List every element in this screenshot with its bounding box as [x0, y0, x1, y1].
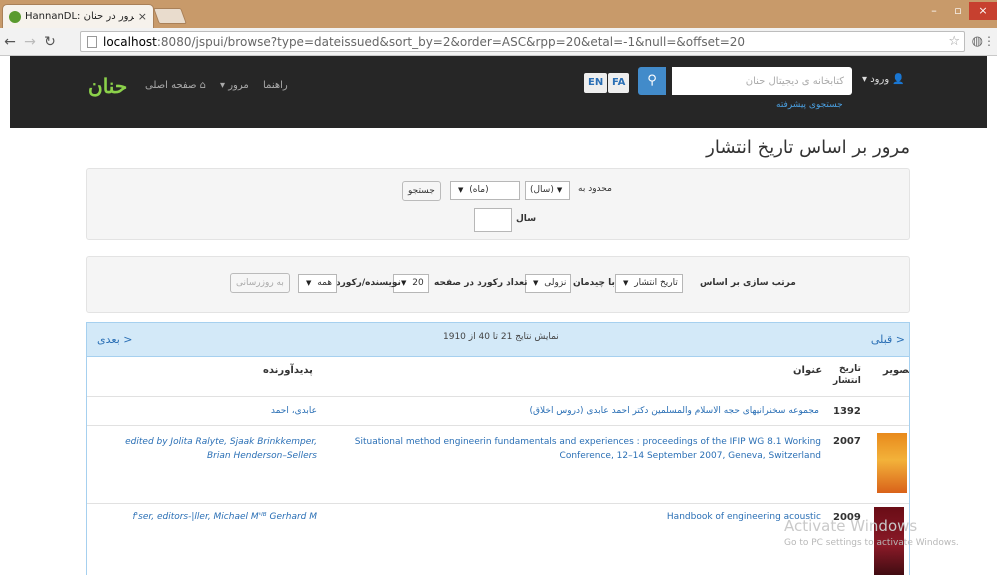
row1-author-link[interactable]: عابدی، احمد: [237, 406, 317, 416]
row2-title-line1: Situational method engineerin fundamenta…: [354, 437, 821, 447]
year-label: سال: [516, 214, 537, 224]
window-minimize-button[interactable]: –: [923, 2, 945, 20]
results-summary: نمایش نتایج 21 تا 40 از 1910: [443, 332, 559, 342]
caret-down-icon: ▼: [556, 186, 563, 194]
results-panel-header: بعدی > نمایش نتایج 21 تا 40 از 1910 < قب…: [87, 323, 909, 357]
year-select[interactable]: (سال) ▼: [525, 181, 571, 200]
update-button[interactable]: به روزرسانی: [230, 273, 290, 293]
row2-thumbnail[interactable]: [877, 433, 907, 493]
activate-windows-watermark: Activate Windows: [784, 517, 918, 535]
back-arrow-icon[interactable]: ←: [0, 34, 20, 50]
site-favicon-icon: [9, 10, 21, 23]
col-header-author: پدیدآورنده: [263, 365, 313, 376]
tab-title: HannanDL: مرور در حنان: [25, 11, 134, 22]
row-divider: [87, 396, 909, 397]
page-title: مرور بر اساس تاریخ انتشار: [706, 137, 910, 158]
rpp-value: 20: [412, 278, 424, 288]
login-dropdown[interactable]: ▾ ورود 👤: [862, 74, 905, 85]
row2-year: 2007: [833, 436, 861, 447]
caret-down-icon: ▾: [862, 74, 868, 85]
year-select-value: (سال): [530, 185, 554, 195]
site-logo[interactable]: حنان: [88, 74, 128, 100]
reload-icon[interactable]: ↻: [40, 34, 60, 50]
nav-home-label: صفحه اصلی: [145, 80, 197, 91]
user-icon: 👤: [892, 74, 905, 85]
caret-down-icon: ▾: [220, 80, 226, 91]
next-page-link[interactable]: بعدی >: [97, 333, 132, 346]
authors-label: نویسنده/رکورد: [336, 278, 401, 288]
browser-menu-icon[interactable]: ⋮: [983, 34, 995, 48]
lang-en-button[interactable]: EN: [584, 73, 608, 93]
row2-title-link[interactable]: Situational method engineerin fundamenta…: [337, 435, 821, 463]
page-icon: [87, 35, 97, 48]
row2-author-line2: Brian Henderson–Sellers: [207, 451, 317, 461]
col-header-date-line2: انتشار: [833, 376, 861, 386]
nav-home-link[interactable]: صفحه اصلی ⌂: [145, 80, 206, 91]
lang-fa-button[interactable]: FA: [608, 73, 630, 93]
year-input[interactable]: [474, 208, 512, 232]
browser-tab[interactable]: HannanDL: مرور در حنان ×: [2, 4, 154, 28]
row1-title-link[interactable]: مجموعه سخنرانیهای حجه الاسلام والمسلمین …: [339, 406, 819, 416]
caret-down-icon: ▼: [458, 186, 464, 194]
sort-by-select[interactable]: ▼ تاریخ انتشار: [615, 274, 683, 293]
row1-year: 1392: [833, 406, 861, 417]
url-path: :8080/jspui/browse?type=dateissued&sort_…: [156, 34, 746, 49]
url-host: localhost: [103, 34, 157, 49]
month-select-value: (ماه): [469, 185, 489, 195]
order-label: با چیدمان: [573, 278, 615, 288]
row2-title-line2: Conference, 12–14 September 2007, Geneva…: [559, 451, 821, 461]
date-search-button[interactable]: جستجو: [402, 181, 441, 201]
activate-windows-subtext: Go to PC settings to activate Windows.: [784, 538, 959, 548]
col-header-title: عنوان: [793, 365, 823, 376]
bookmark-star-icon[interactable]: ☆: [948, 34, 960, 49]
forward-arrow-icon[interactable]: →: [20, 34, 40, 50]
window-close-button[interactable]: ×: [969, 2, 997, 20]
advanced-search-link[interactable]: جستجوی پیشرفته: [776, 100, 843, 110]
login-label: ورود: [870, 74, 890, 85]
site-navbar: حنان صفحه اصلی ⌂ ▾ مرور راهنما EN FA ⚲ ▾…: [10, 56, 987, 128]
search-icon: ⚲: [647, 73, 657, 88]
sort-by-label: مرتب سازی بر اساس: [700, 278, 796, 288]
rpp-label: تعداد رکورد در صفحه: [434, 278, 528, 288]
month-select[interactable]: ▼ (ماه): [450, 181, 520, 200]
sort-by-value: تاریخ انتشار: [634, 278, 678, 288]
browser-toolbar: ← → ↻ localhost:8080/jspui/browse?type=d…: [0, 28, 997, 56]
nav-browse-dropdown[interactable]: ▾ مرور: [220, 80, 249, 91]
row2-author-line1: edited by Jolita Ralyte, Sjaak Brinkkemp…: [125, 437, 317, 447]
order-value: نزولی: [544, 278, 567, 288]
authors-select[interactable]: ▼ همه: [298, 274, 338, 293]
caret-down-icon: ▼: [306, 279, 312, 287]
caret-down-icon: ▼: [533, 279, 539, 287]
nav-help-link[interactable]: راهنما: [263, 80, 288, 91]
search-input[interactable]: [672, 67, 852, 95]
row3-title-link[interactable]: Handbook of engineering acoustic: [517, 512, 821, 522]
col-header-date: تاریخ انتشار: [833, 363, 861, 387]
address-bar[interactable]: localhost:8080/jspui/browse?type=dateiss…: [80, 31, 965, 52]
search-button[interactable]: ⚲: [638, 67, 666, 95]
row-divider: [87, 425, 909, 426]
extension-globe-icon[interactable]: ◍: [972, 34, 983, 49]
col-header-date-line1: تاریخ: [839, 364, 861, 374]
authors-value: همه: [317, 278, 333, 288]
prev-page-link[interactable]: < قبلی: [871, 333, 905, 346]
new-tab-button[interactable]: [153, 8, 187, 24]
home-icon: ⌂: [199, 80, 207, 91]
caret-down-icon: ▼: [401, 279, 407, 287]
limit-label: محدود به: [578, 184, 612, 194]
row2-author-link[interactable]: edited by Jolita Ralyte, Sjaak Brinkkemp…: [101, 435, 317, 463]
row3-author-link[interactable]: f'ser, editors-|ller, Michael M'ᴵᴮ Gerha…: [101, 512, 317, 522]
caret-down-icon: ▼: [623, 279, 629, 287]
col-header-thumbnail: تصویر: [883, 365, 910, 376]
tab-close-icon[interactable]: ×: [138, 10, 147, 23]
order-select[interactable]: ▼ نزولی: [525, 274, 572, 293]
window-maximize-button[interactable]: ▫: [947, 2, 969, 20]
row-divider: [87, 503, 909, 504]
nav-browse-label: مرور: [228, 80, 249, 91]
browser-tabstrip: HannanDL: مرور در حنان × – ▫ ×: [0, 0, 997, 28]
